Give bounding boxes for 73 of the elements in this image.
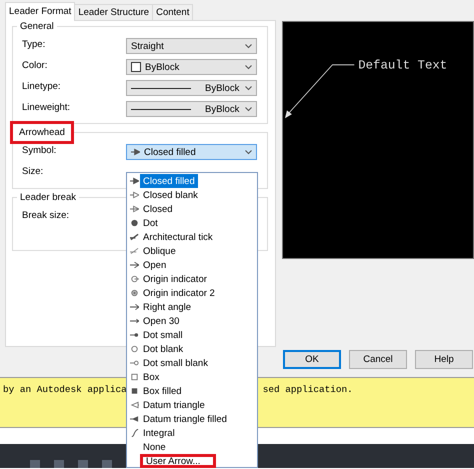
arrowhead-icon	[130, 289, 138, 297]
dropdown-option[interactable]: Open	[140, 258, 170, 272]
arrowhead-icon	[130, 275, 138, 283]
color-swatch-icon	[131, 62, 141, 72]
dropdown-option[interactable]: Closed filled	[140, 174, 198, 188]
dropdown-option[interactable]: Open 30	[140, 314, 182, 328]
group-title: General	[17, 21, 57, 32]
command-text: by an Autodesk applica	[3, 384, 127, 397]
field-label: Lineweight:	[22, 101, 72, 113]
arrowhead-icon	[130, 331, 138, 339]
dropdown-option[interactable]: Dot small blank	[140, 356, 211, 370]
arrowhead-icon	[130, 317, 138, 325]
preview-text: Default Text	[358, 58, 448, 73]
dialog-button[interactable]: Cancel	[349, 350, 407, 369]
group-title: Leader break	[17, 192, 79, 203]
dropdown-option[interactable]: Dot	[140, 216, 161, 230]
dropdown-option[interactable]: User Arrow...	[140, 454, 216, 468]
arrowhead-icon	[130, 345, 138, 353]
dropdown-field[interactable]: Straight	[126, 38, 257, 54]
dropdown-option[interactable]: Architectural tick	[140, 230, 216, 244]
field-label: Type:	[22, 38, 46, 50]
dropdown-field[interactable]: Closed filled	[126, 144, 257, 160]
tab[interactable]: Leader Format	[5, 2, 76, 21]
dropdown-option[interactable]: Closed blank	[140, 188, 201, 202]
toolbar-icon[interactable]	[102, 460, 112, 468]
arrowhead-icon	[130, 247, 138, 255]
toolbar-icon[interactable]	[30, 460, 40, 468]
dropdown-field[interactable]: ByBlock	[126, 101, 257, 117]
dropdown-option[interactable]: Oblique	[140, 244, 179, 258]
dropdown-field[interactable]: ByBlock	[126, 80, 257, 96]
tab[interactable]: Content	[152, 4, 194, 20]
dialog-button[interactable]: Help	[415, 350, 473, 369]
line-sample-icon	[131, 108, 191, 110]
dropdown-option[interactable]: Box filled	[140, 384, 185, 398]
arrowhead-icon	[130, 191, 138, 199]
chevron-icon	[245, 44, 252, 48]
arrowhead-icon	[130, 177, 138, 185]
line-sample-icon	[131, 86, 191, 90]
arrowhead-icon	[130, 205, 138, 213]
arrowhead-icon	[130, 261, 138, 269]
arrowhead-icon	[131, 148, 140, 156]
dropdown-option[interactable]: Box	[140, 370, 162, 384]
arrowhead-icon	[130, 219, 138, 227]
dropdown-option[interactable]: Origin indicator	[140, 272, 210, 286]
chevron-icon	[245, 86, 252, 90]
field-label: Linetype:	[22, 80, 62, 92]
leader-line	[284, 64, 355, 118]
dropdown-option[interactable]: Integral	[140, 426, 178, 440]
arrowhead-icon	[130, 359, 138, 367]
toolbar-icon[interactable]	[78, 460, 88, 468]
dropdown-option[interactable]: None	[140, 440, 169, 454]
field-label: Size:	[22, 165, 44, 177]
dropdown-option[interactable]: Closed	[140, 202, 176, 216]
dropdown-option[interactable]: Right angle	[140, 300, 194, 314]
chevron-icon	[245, 64, 252, 70]
chevron-icon	[245, 150, 252, 154]
chevron-icon	[245, 106, 252, 112]
toolbar-icon[interactable]	[54, 460, 64, 468]
field-label: Symbol:	[22, 144, 58, 156]
group-title: Arrowhead	[10, 121, 74, 144]
field-label: Break size:	[22, 209, 70, 221]
dropdown-option[interactable]: Datum triangle filled	[140, 412, 230, 426]
dropdown-option[interactable]: Datum triangle	[140, 398, 208, 412]
arrowhead-icon	[130, 401, 138, 409]
dropdown-field[interactable]: ByBlock	[126, 59, 257, 75]
arrowhead-icon	[130, 303, 138, 311]
dialog-button[interactable]: OK	[283, 350, 341, 369]
field-label: Color:	[22, 59, 48, 71]
arrowhead-icon	[130, 233, 138, 241]
command-text: sed application.	[262, 384, 353, 397]
dropdown-option[interactable]: Dot blank	[140, 342, 186, 356]
dropdown-option[interactable]: Origin indicator 2	[140, 286, 218, 300]
dropdown-option[interactable]: Dot small	[140, 328, 186, 342]
